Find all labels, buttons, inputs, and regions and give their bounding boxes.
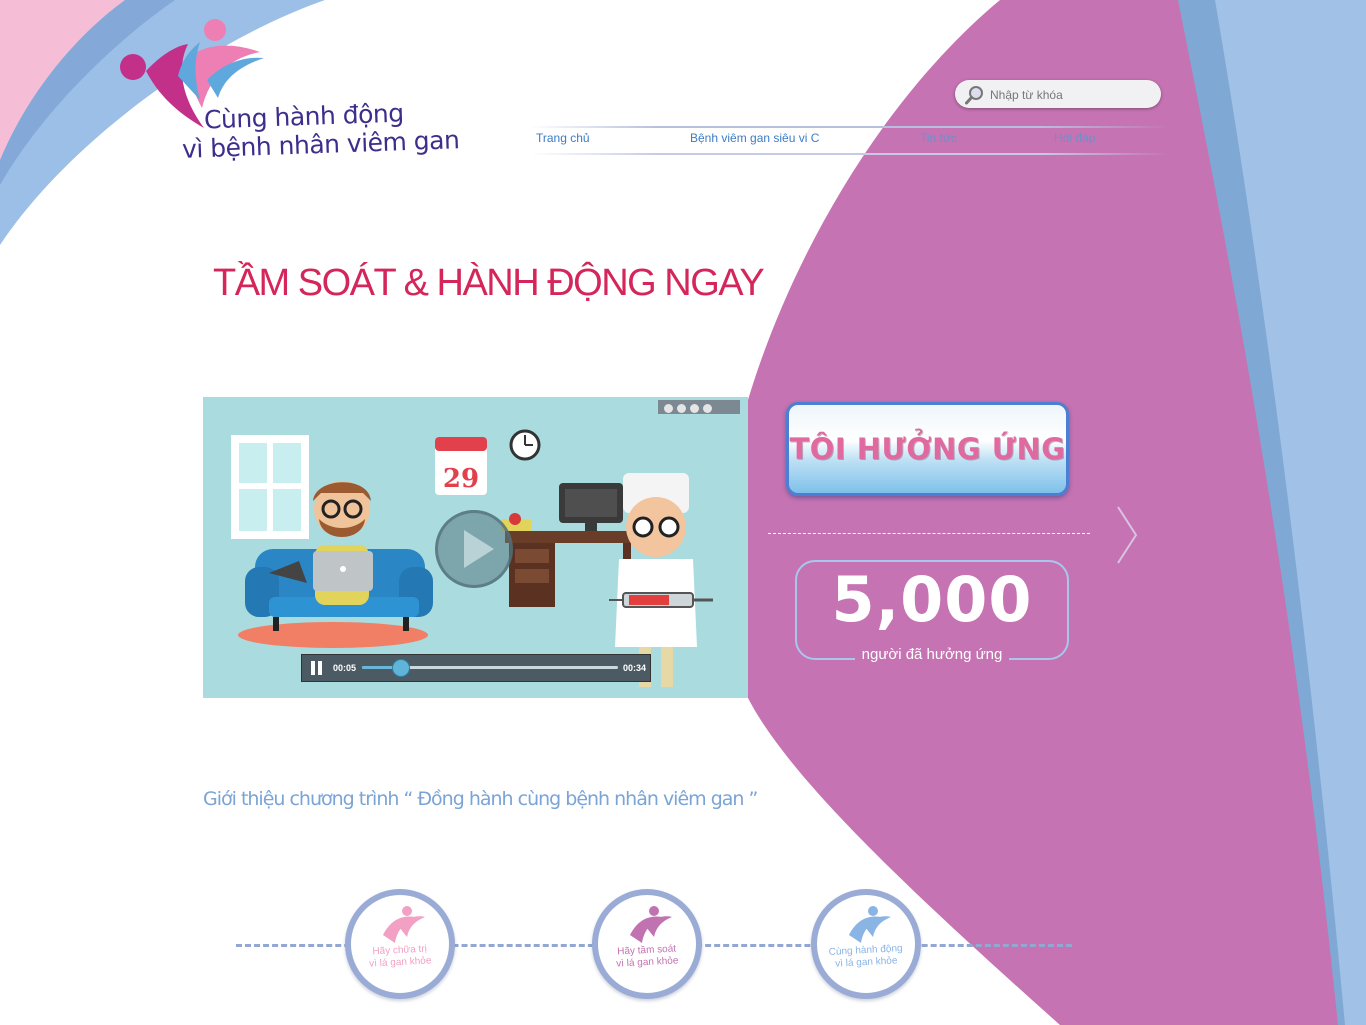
video-controls: 00:05 00:34 — [301, 654, 651, 682]
video-share-bar — [658, 400, 740, 414]
respond-button[interactable]: TÔI HƯỞNG ỨNG — [786, 402, 1069, 496]
video-player[interactable]: 29 00:05 00:34 — [203, 397, 748, 698]
badge-act-together[interactable]: Cùng hành động vì lá gan khỏe — [811, 889, 921, 999]
chevron-right-icon[interactable] — [1114, 505, 1140, 565]
badge-text: Hãy tầm soát vì lá gan khỏe — [601, 943, 692, 972]
badge-figures-icon — [630, 906, 672, 943]
seek-bar[interactable] — [362, 659, 618, 677]
badge-screen[interactable]: Hãy tầm soát vì lá gan khỏe — [592, 889, 702, 999]
nav-bottom-rule — [530, 153, 1170, 155]
supporter-count-label: người đã hưởng ứng — [855, 646, 1009, 663]
respond-button-label: TÔI HƯỞNG ỨNG — [789, 432, 1066, 466]
email-icon[interactable] — [677, 404, 686, 413]
nav-item-hepatitis-c[interactable]: Bệnh viêm gan siêu vi C — [690, 131, 819, 145]
badge-figures-icon — [383, 906, 425, 943]
badge-figures-icon — [849, 906, 891, 943]
dashed-divider — [768, 533, 1090, 534]
nav-top-rule — [530, 126, 1170, 128]
program-intro-link[interactable]: Giới thiệu chương trình “ Đồng hành cùng… — [203, 788, 758, 810]
supporter-count: 5,000 — [831, 563, 1033, 636]
badge-figure-head — [868, 906, 878, 916]
nav-item-faq[interactable]: Hỏi đáp — [1054, 131, 1095, 145]
nav-item-news[interactable]: Tin tức — [920, 131, 957, 145]
info-icon[interactable] — [664, 404, 673, 413]
calendar-day: 29 — [443, 464, 479, 494]
magnifier-icon[interactable] — [965, 85, 985, 105]
embed-icon[interactable] — [703, 404, 712, 413]
page-headline: TẦM SOÁT & HÀNH ĐỘNG NGAY — [213, 262, 765, 304]
badge-treat[interactable]: Hãy chữa trị vì lá gan khỏe — [345, 889, 455, 999]
play-button[interactable] — [435, 510, 513, 588]
link-icon[interactable] — [690, 404, 699, 413]
search-box — [955, 80, 1161, 108]
badge-text: Hãy chữa trị vì lá gan khỏe — [354, 943, 445, 972]
current-time: 00:05 — [333, 663, 357, 673]
badge-figure-head — [402, 906, 412, 916]
pause-button[interactable] — [310, 661, 324, 675]
site-logo[interactable]: Cùng hành động vì bệnh nhân viêm gan — [112, 16, 460, 166]
video-duration: 00:34 — [622, 663, 646, 673]
nav-item-home[interactable]: Trang chủ — [536, 131, 590, 145]
search-input[interactable] — [988, 84, 1152, 106]
seek-handle[interactable] — [392, 659, 411, 677]
badge-figure-head — [649, 906, 659, 916]
badge-text: Cùng hành động vì lá gan khỏe — [820, 943, 911, 972]
